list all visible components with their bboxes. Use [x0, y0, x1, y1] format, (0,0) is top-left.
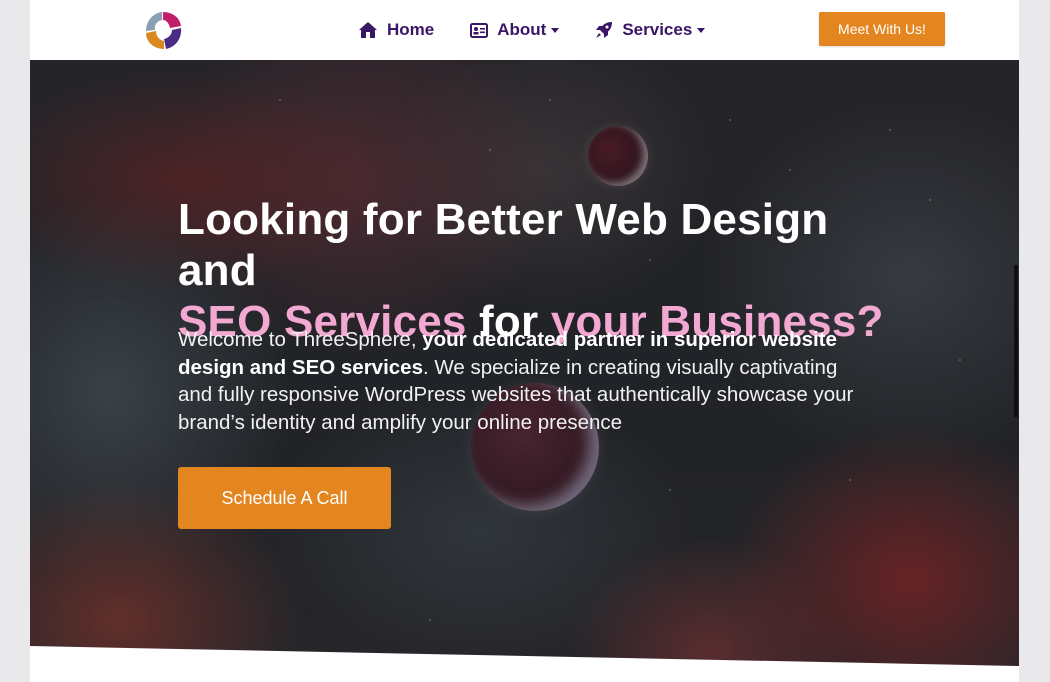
main-nav: Home About Services: [358, 0, 741, 60]
nav-label-about: About: [497, 20, 547, 39]
rocket-icon: [596, 22, 613, 38]
nav-label-home: Home: [387, 20, 435, 39]
nav-item-about[interactable]: About: [470, 20, 560, 40]
site-header: Home About Services Meet With Us!: [30, 0, 1019, 60]
threesphere-logo[interactable]: [142, 8, 184, 52]
page: Home About Services Meet With Us! Lookin…: [30, 0, 1019, 682]
id-card-icon: [470, 22, 489, 38]
chevron-down-icon: [697, 28, 706, 33]
nav-item-services[interactable]: Services: [595, 20, 706, 40]
chevron-down-icon: [551, 28, 560, 33]
hero-section: Looking for Better Web Design and SEO Se…: [30, 60, 1019, 682]
nav-label-services: Services: [622, 20, 693, 39]
meet-with-us-button[interactable]: Meet With Us!: [819, 12, 945, 46]
section-divider: [30, 646, 1019, 682]
home-icon: [359, 22, 377, 38]
nav-item-home[interactable]: Home: [358, 20, 434, 40]
